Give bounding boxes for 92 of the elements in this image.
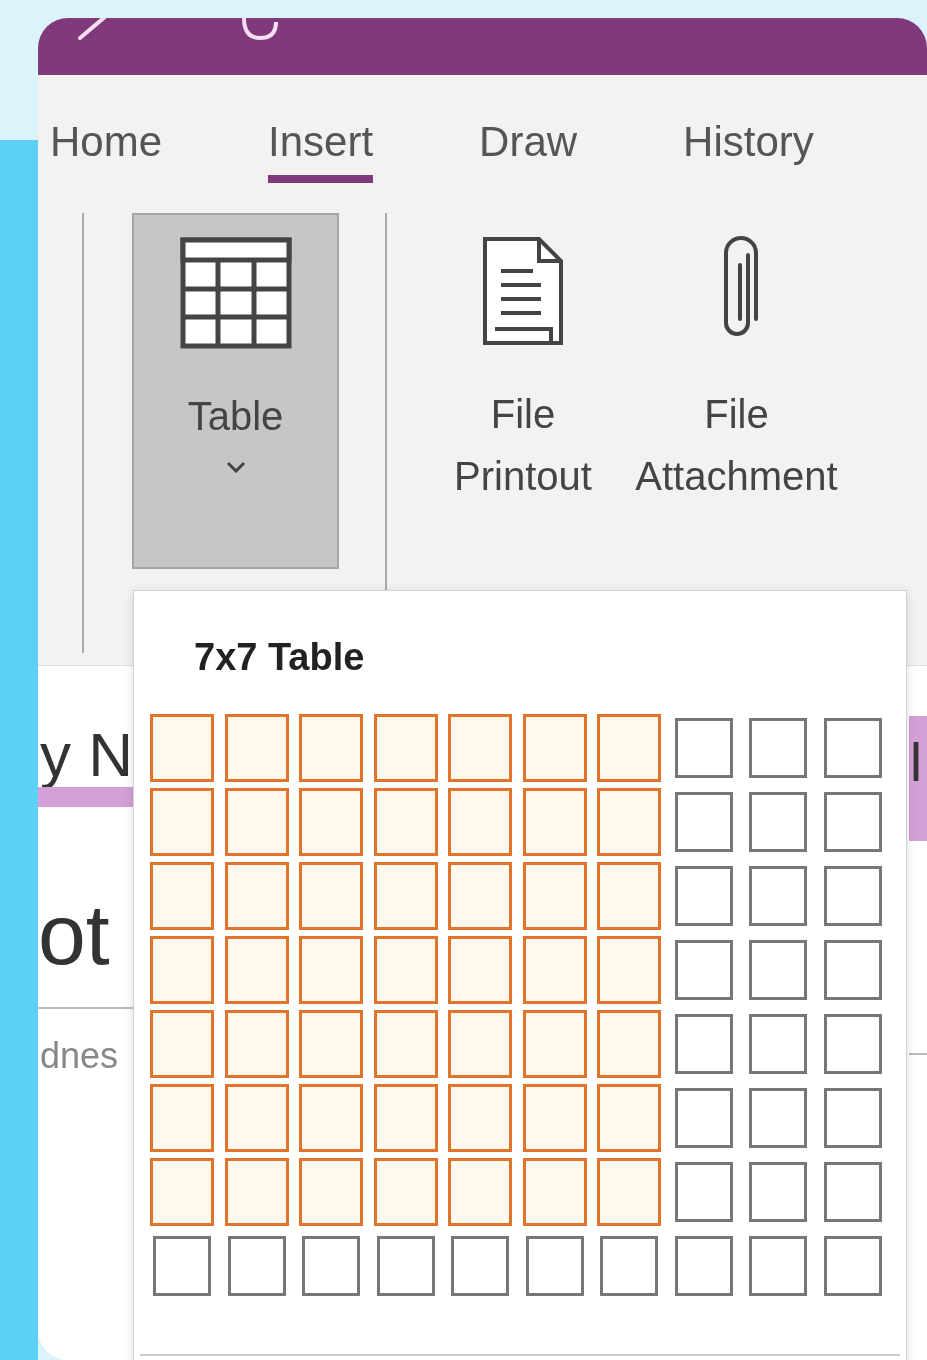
grid-cell[interactable]	[299, 1157, 363, 1226]
grid-cell[interactable]	[150, 935, 214, 1004]
grid-cell[interactable]	[823, 1161, 882, 1222]
grid-cell[interactable]	[522, 1083, 587, 1152]
section-tab[interactable]: l	[909, 716, 927, 841]
grid-cell[interactable]	[597, 1009, 661, 1078]
grid-cell[interactable]	[823, 791, 882, 852]
grid-cell[interactable]	[522, 935, 587, 1004]
grid-cell[interactable]	[522, 861, 587, 930]
grid-cell[interactable]	[150, 1083, 214, 1152]
grid-cell[interactable]	[373, 861, 438, 930]
grid-cell[interactable]	[373, 713, 438, 782]
ribbon-tab[interactable]: Insert	[268, 118, 374, 183]
grid-cell[interactable]	[224, 1083, 289, 1152]
grid-cell[interactable]	[597, 1157, 661, 1226]
grid-cell[interactable]	[823, 865, 882, 926]
grid-cell[interactable]	[150, 861, 214, 930]
grid-cell[interactable]	[823, 1235, 882, 1296]
grid-cell[interactable]	[597, 713, 661, 782]
document-icon	[481, 235, 565, 347]
grid-cell[interactable]	[674, 791, 733, 852]
table-icon	[179, 237, 292, 349]
grid-cell[interactable]	[302, 1235, 360, 1296]
grid-cell[interactable]	[749, 791, 807, 852]
grid-cell[interactable]	[373, 935, 438, 1004]
grid-cell[interactable]	[674, 865, 733, 926]
grid-cell[interactable]	[749, 1013, 807, 1074]
grid-cell[interactable]	[674, 939, 733, 1000]
grid-cell[interactable]	[597, 1083, 661, 1152]
grid-cell[interactable]	[448, 1083, 512, 1152]
grid-cell[interactable]	[224, 1157, 289, 1226]
grid-cell[interactable]	[749, 717, 807, 778]
grid-cell[interactable]	[597, 935, 661, 1004]
grid-cell[interactable]	[224, 787, 289, 856]
grid-cell[interactable]	[823, 717, 882, 778]
grid-cell[interactable]	[373, 1083, 438, 1152]
grid-cell[interactable]	[597, 861, 661, 930]
grid-cell[interactable]	[448, 787, 512, 856]
grid-cell[interactable]	[522, 1009, 587, 1078]
grid-cell[interactable]	[823, 1087, 882, 1148]
grid-cell[interactable]	[749, 939, 807, 1000]
grid-cell[interactable]	[749, 1161, 807, 1222]
table-button[interactable]: Table	[132, 213, 339, 569]
grid-cell[interactable]	[299, 787, 363, 856]
grid-cell[interactable]	[224, 935, 289, 1004]
grid-cell[interactable]	[597, 787, 661, 856]
page-date: dnes	[40, 1033, 120, 1078]
grid-cell[interactable]	[522, 1157, 587, 1226]
grid-cell[interactable]	[299, 713, 363, 782]
ribbon-tab[interactable]: Home	[50, 118, 163, 183]
grid-cell[interactable]	[448, 1009, 512, 1078]
grid-cell[interactable]	[150, 1157, 214, 1226]
section-title: y N	[40, 721, 134, 790]
table-size-label: 7x7 Table	[193, 635, 366, 680]
grid-cell[interactable]	[749, 1087, 807, 1148]
grid-cell[interactable]	[224, 1009, 289, 1078]
grid-cell[interactable]	[600, 1235, 658, 1296]
grid-cell[interactable]	[448, 935, 512, 1004]
grid-cell[interactable]	[373, 1009, 438, 1078]
grid-cell[interactable]	[376, 1235, 435, 1296]
ribbon-tab[interactable]: Draw	[479, 118, 578, 183]
grid-cell[interactable]	[451, 1235, 509, 1296]
grid-cell[interactable]	[227, 1235, 286, 1296]
ribbon-tab[interactable]: History	[683, 118, 814, 183]
grid-cell[interactable]	[674, 1235, 733, 1296]
grid-cell[interactable]	[448, 861, 512, 930]
grid-cell[interactable]	[299, 1083, 363, 1152]
grid-cell[interactable]	[823, 1013, 882, 1074]
grid-cell[interactable]	[674, 1087, 733, 1148]
grid-cell[interactable]	[299, 935, 363, 1004]
grid-cell[interactable]	[674, 1161, 733, 1222]
grid-cell[interactable]	[749, 865, 807, 926]
grid-cell[interactable]	[299, 861, 363, 930]
grid-cell[interactable]	[224, 713, 289, 782]
grid-cell[interactable]	[674, 1013, 733, 1074]
grid-cell[interactable]	[299, 1009, 363, 1078]
grid-cell[interactable]	[749, 1235, 807, 1296]
grid-cell[interactable]	[373, 1157, 438, 1226]
grid-cell[interactable]	[448, 1157, 512, 1226]
grid-cell[interactable]	[525, 1235, 584, 1296]
grid-cell[interactable]	[150, 713, 214, 782]
grid-cell[interactable]	[373, 787, 438, 856]
grid-cell[interactable]	[823, 939, 882, 1000]
grid-cell[interactable]	[522, 787, 587, 856]
grid-cell[interactable]	[448, 713, 512, 782]
grid-cell[interactable]	[150, 1009, 214, 1078]
grid-cell[interactable]	[153, 1235, 211, 1296]
grid-cell[interactable]	[224, 861, 289, 930]
grid-cell[interactable]	[674, 717, 733, 778]
grid-cell[interactable]	[150, 787, 214, 856]
grid-cell[interactable]	[522, 713, 587, 782]
page-title: ot	[38, 887, 111, 982]
